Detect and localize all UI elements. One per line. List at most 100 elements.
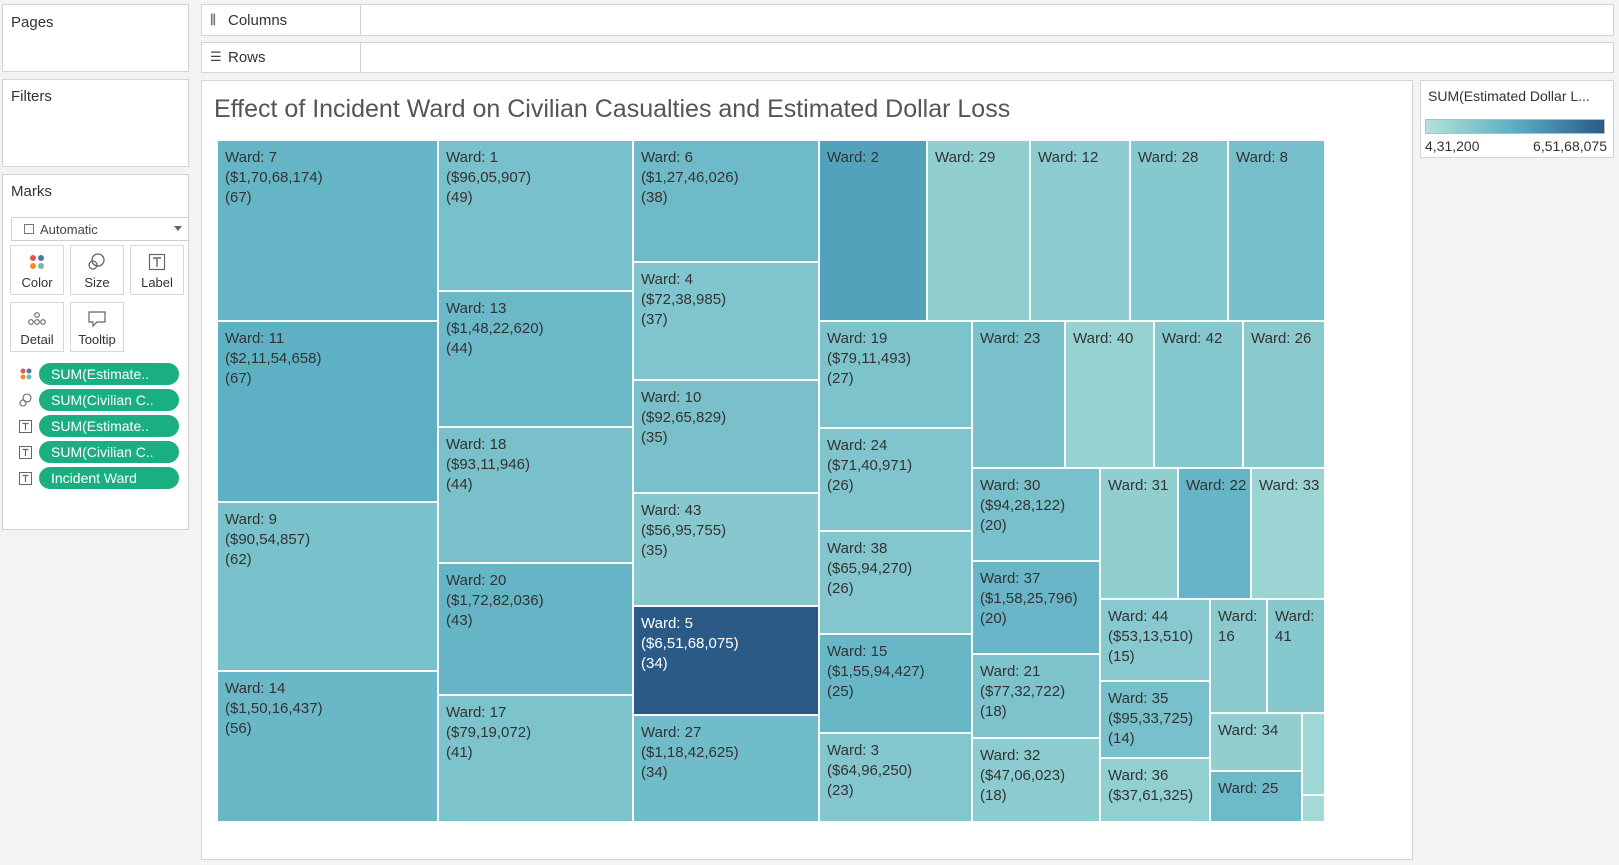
treemap-cell[interactable]: Ward: 3 ($64,96,250) (23) — [819, 733, 972, 822]
treemap-cell[interactable]: Ward: 21 ($77,32,722) (18) — [972, 654, 1100, 738]
treemap-cell[interactable]: Ward: 1 ($96,05,907) (49) — [438, 140, 633, 291]
treemap-cell[interactable]: Ward: 24 ($71,40,971) (26) — [819, 428, 972, 531]
cell-ward-label: Ward: 40 — [1073, 330, 1134, 347]
treemap-cell[interactable]: Ward: 8 — [1228, 140, 1325, 321]
pages-title: Pages — [11, 14, 54, 31]
treemap-cell[interactable]: Ward: 6 ($1,27,46,026) (38) — [633, 140, 819, 262]
treemap-cell[interactable]: Ward: 29 — [927, 140, 1030, 321]
cell-ward-label: Ward: 44 — [1108, 608, 1169, 625]
treemap-cell[interactable]: Ward: 33 — [1251, 468, 1325, 599]
treemap-cell[interactable]: Ward: 13 ($1,48,22,620) (44) — [438, 291, 633, 427]
field-pill[interactable]: SUM(Civilian C.. — [39, 389, 179, 411]
treemap-cell[interactable]: Ward: 28 — [1130, 140, 1228, 321]
cell-casualties-label: (25) — [827, 683, 854, 700]
cell-loss-label: ($1,58,25,796) — [980, 590, 1078, 607]
pill-row-size: SUM(Civilian C.. — [19, 389, 179, 411]
rows-label: Rows — [228, 49, 266, 66]
treemap-cell[interactable]: Ward: 22 — [1178, 468, 1251, 599]
color-legend[interactable]: SUM(Estimated Dollar L... 4,31,200 6,51,… — [1420, 80, 1614, 158]
cell-ward-label: Ward: 3 — [827, 742, 879, 759]
treemap-cell[interactable]: Ward: 34 — [1210, 713, 1302, 771]
cell-casualties-label: (38) — [641, 189, 668, 206]
detail-button[interactable]: Detail — [10, 302, 64, 352]
legend-gradient-bar — [1425, 119, 1605, 134]
filters-card[interactable]: Filters — [2, 79, 189, 167]
cell-loss-label: ($53,13,510) — [1108, 628, 1194, 645]
field-pill[interactable]: SUM(Estimate.. — [39, 363, 179, 385]
cell-ward-label: Ward: 28 — [1138, 149, 1199, 166]
treemap-cell[interactable]: Ward: 12 — [1030, 140, 1130, 321]
cell-casualties-label: (44) — [446, 340, 473, 357]
legend-min-label: 4,31,200 — [1425, 138, 1480, 154]
treemap-cell[interactable]: Ward: 7 ($1,70,68,174) (67) — [217, 140, 438, 321]
cell-loss-label: ($56,95,755) — [641, 522, 727, 539]
cell-ward-label: Ward: 13 — [446, 300, 507, 317]
treemap-cell[interactable]: Ward: 44 ($53,13,510) (15) — [1100, 599, 1210, 681]
treemap-cell[interactable]: Ward: 30 ($94,28,122) (20) — [972, 468, 1100, 561]
treemap-cell[interactable]: Ward: 15 ($1,55,94,427) (25) — [819, 634, 972, 733]
tooltip-button[interactable]: Tooltip — [70, 302, 124, 352]
tooltip-icon — [87, 310, 107, 331]
treemap-cell[interactable]: Ward: 23 — [972, 321, 1065, 468]
columns-label: Columns — [228, 11, 288, 29]
treemap-cell[interactable]: Ward: 37 ($1,58,25,796) (20) — [972, 561, 1100, 654]
treemap-cell[interactable]: Ward: 11 ($2,11,54,658) (67) — [217, 321, 438, 502]
cell-ward-label: Ward: 42 — [1162, 330, 1223, 347]
treemap-cell[interactable]: Ward: 40 — [1065, 321, 1154, 468]
legend-title: SUM(Estimated Dollar L... — [1428, 88, 1590, 104]
label-button[interactable]: Label — [130, 245, 184, 295]
cell-ward-label: Ward: 2 — [827, 149, 879, 166]
size-button[interactable]: Size — [70, 245, 124, 295]
cell-casualties-label: (41) — [446, 744, 473, 761]
treemap-cell[interactable]: Ward: 2 — [819, 140, 927, 321]
treemap-cell[interactable]: Ward: 4 ($72,38,985) (37) — [633, 262, 819, 380]
treemap-cell[interactable]: Ward: 27 ($1,18,42,625) (34) — [633, 715, 819, 822]
cell-ward-label: Ward: 43 — [641, 502, 702, 519]
chevron-down-icon — [174, 226, 182, 231]
treemap-cell[interactable]: Ward: 41 — [1267, 599, 1325, 713]
columns-icon: ⫼ — [210, 12, 216, 28]
rows-shelf[interactable]: ☰ Rows — [201, 42, 1614, 73]
treemap-cell[interactable]: Ward: 31 — [1100, 468, 1178, 599]
treemap-cell[interactable]: Ward: 19 ($79,11,493) (27) — [819, 321, 972, 428]
field-pill[interactable]: SUM(Estimate.. — [39, 415, 179, 437]
treemap-cell[interactable]: Ward: 9 ($90,54,857) (62) — [217, 502, 438, 671]
cell-ward-label: Ward: 14 — [225, 680, 286, 697]
cell-loss-label: ($1,18,42,625) — [641, 744, 739, 761]
cell-ward-label: Ward: 19 — [827, 330, 888, 347]
treemap-cell[interactable]: Ward: 10 ($92,65,829) (35) — [633, 380, 819, 493]
treemap-cell[interactable]: Ward: 17 ($79,19,072) (41) — [438, 695, 633, 822]
cell-ward-label: Ward: 24 — [827, 437, 888, 454]
treemap-cell[interactable]: Ward: 25 — [1210, 771, 1302, 822]
treemap-cell[interactable]: Ward: 5 ($6,51,68,075) (34) — [633, 606, 819, 715]
treemap-cell[interactable]: Ward: 36 ($37,61,325) — [1100, 758, 1210, 822]
treemap-cell[interactable]: Ward: 16 — [1210, 599, 1267, 713]
treemap-cell[interactable]: Ward: 35 ($95,33,725) (14) — [1100, 681, 1210, 758]
treemap-cell[interactable]: Ward: 14 ($1,50,16,437) (56) — [217, 671, 438, 822]
cell-ward-label: Ward: 20 — [446, 572, 507, 589]
treemap-cell[interactable]: Ward: 38 ($65,94,270) (26) — [819, 531, 972, 634]
color-button[interactable]: Color — [10, 245, 64, 295]
treemap-cell[interactable]: Ward: 20 ($1,72,82,036) (43) — [438, 563, 633, 695]
treemap-cell[interactable]: Ward: 42 — [1154, 321, 1243, 468]
treemap-cell[interactable]: Ward: 32 ($47,06,023) (18) — [972, 738, 1100, 822]
treemap-cell[interactable] — [1302, 795, 1325, 822]
treemap-cell[interactable]: Ward: 18 ($93,11,946) (44) — [438, 427, 633, 563]
columns-shelf[interactable]: ⫼ Columns — [201, 4, 1614, 36]
cell-ward-label: Ward: 35 — [1108, 690, 1169, 707]
label-label: Label — [141, 275, 173, 290]
cell-casualties-label: (37) — [641, 311, 668, 328]
cell-ward-label: Ward: 38 — [827, 540, 888, 557]
cell-casualties-label: (15) — [1108, 648, 1135, 665]
treemap-cell[interactable]: Ward: 43 ($56,95,755) (35) — [633, 493, 819, 606]
cell-casualties-label: (20) — [980, 517, 1007, 534]
field-pill[interactable]: Incident Ward — [39, 467, 179, 489]
treemap-cell[interactable] — [1302, 713, 1325, 795]
mark-type-dropdown[interactable]: Automatic — [11, 217, 189, 241]
cell-ward-label: Ward: 7 — [225, 149, 277, 166]
label-icon — [19, 471, 39, 485]
treemap-cell[interactable]: Ward: 26 — [1243, 321, 1325, 468]
cell-loss-label: ($1,55,94,427) — [827, 663, 925, 680]
cell-ward-label: Ward: 27 — [641, 724, 702, 741]
field-pill[interactable]: SUM(Civilian C.. — [39, 441, 179, 463]
